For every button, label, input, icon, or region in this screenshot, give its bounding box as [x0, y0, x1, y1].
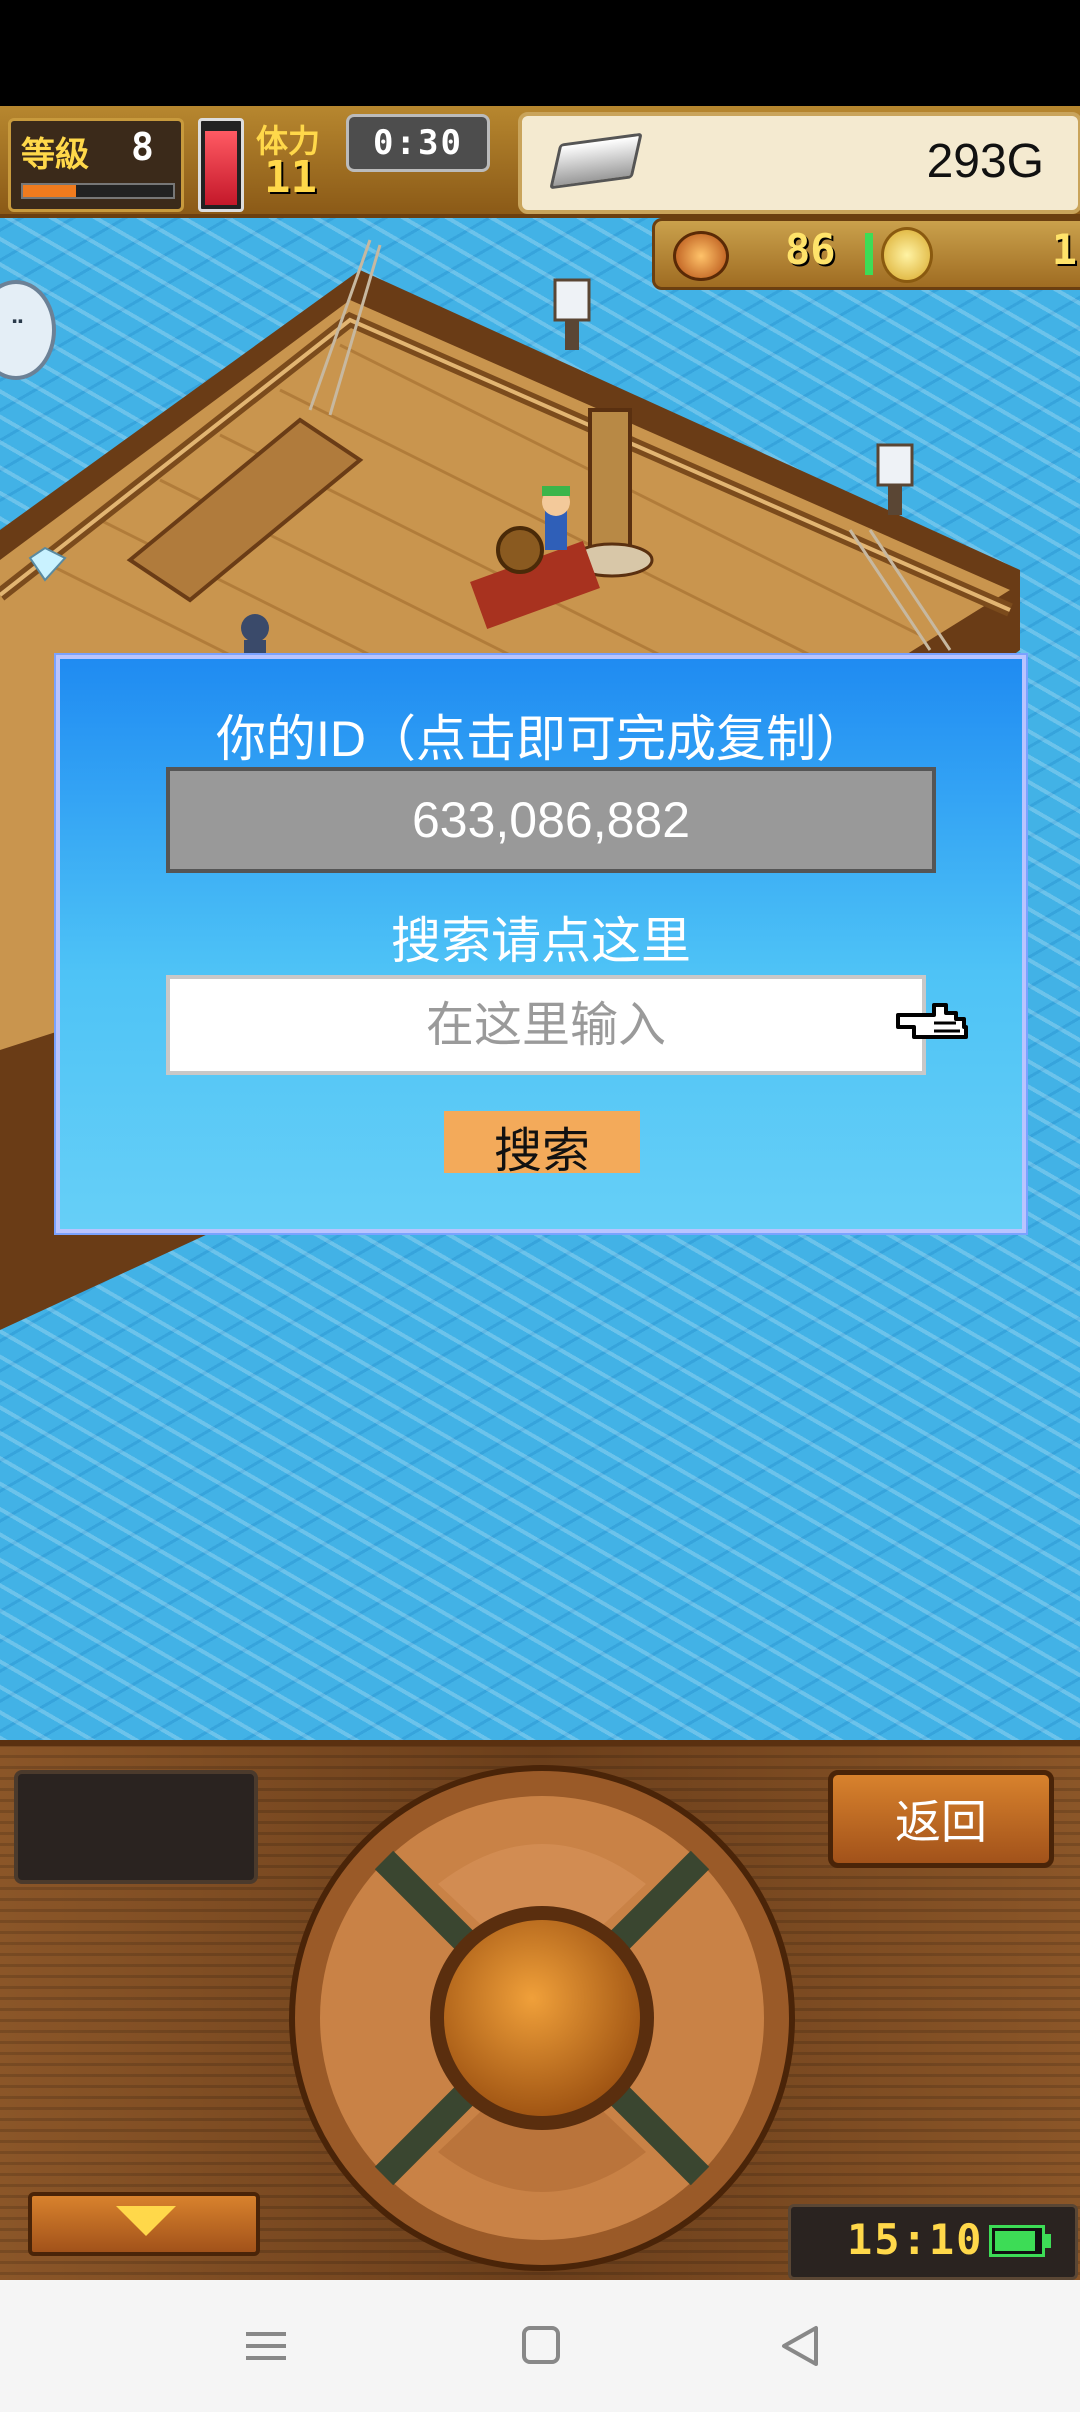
back-button[interactable]: 返回: [828, 1770, 1054, 1868]
level-label: 等級: [21, 135, 89, 175]
friend-id-dialog: 你的ID（点击即可完成复制） 633,086,882 搜索请点这里 搜索: [56, 655, 1026, 1233]
info-screen: [14, 1770, 258, 1884]
coin-count: 1: [1051, 225, 1077, 274]
silver-bar-icon: [549, 132, 643, 190]
id-copy-box[interactable]: 633,086,882: [166, 767, 936, 873]
sailor-character: [241, 614, 269, 660]
lamp-icon: [876, 443, 914, 515]
back-triangle-icon[interactable]: [760, 2310, 840, 2382]
medal-count: 86: [785, 225, 836, 274]
level-progress-fill: [23, 185, 76, 197]
search-title: 搜索请点这里: [391, 913, 691, 969]
stamina-gauge: [198, 118, 244, 212]
lamp-icon: [553, 278, 591, 350]
medal-icon: [673, 231, 729, 281]
timer-panel: 0:30: [346, 114, 490, 172]
chat-dots-icon: ¨: [10, 316, 25, 351]
stamina-value: 11: [264, 152, 317, 203]
search-input[interactable]: [166, 975, 926, 1075]
control-panel: 返回 15:10: [0, 1740, 1080, 2286]
helm-icon: [496, 526, 544, 574]
menu-toggle-button[interactable]: [28, 2192, 260, 2256]
level-progress-bar: [21, 183, 175, 199]
ship-mast: [588, 408, 632, 562]
stamina-gauge-fill: [205, 131, 237, 205]
search-button[interactable]: 搜索: [444, 1111, 640, 1178]
coin-icon: [881, 227, 933, 283]
level-value: 8: [131, 125, 154, 169]
menu-icon[interactable]: [226, 2310, 306, 2382]
timer-value: 0:30: [373, 123, 463, 163]
navigation-bar: [0, 2280, 1080, 2412]
battery-tip: [1045, 2234, 1051, 2248]
dpad-center-button: [444, 1920, 640, 2116]
home-square-icon[interactable]: [500, 2310, 580, 2382]
id-value: 633,086,882: [411, 792, 691, 848]
pointing-hand-icon: [896, 1003, 968, 1039]
status-bar: [0, 0, 1080, 106]
battery-fill: [995, 2231, 1035, 2251]
clock-panel: 15:10: [788, 2204, 1078, 2280]
gold-panel[interactable]: 293G: [518, 112, 1080, 214]
indicator-bar: [865, 233, 873, 275]
level-panel: 等級 8: [8, 118, 184, 212]
battery-icon: [989, 2225, 1045, 2257]
dpad-control[interactable]: [288, 1764, 796, 2272]
down-arrow-icon: [116, 2206, 176, 2236]
gold-value: 293G: [926, 135, 1044, 188]
id-title: 你的ID（点击即可完成复制）: [216, 711, 866, 767]
top-hud: 等級 8 体力 11 0:30 293G: [0, 106, 1080, 218]
clock-value: 15:10: [847, 2215, 984, 2264]
captain-character: [542, 486, 570, 550]
currency-hud[interactable]: 86 1: [652, 218, 1080, 290]
